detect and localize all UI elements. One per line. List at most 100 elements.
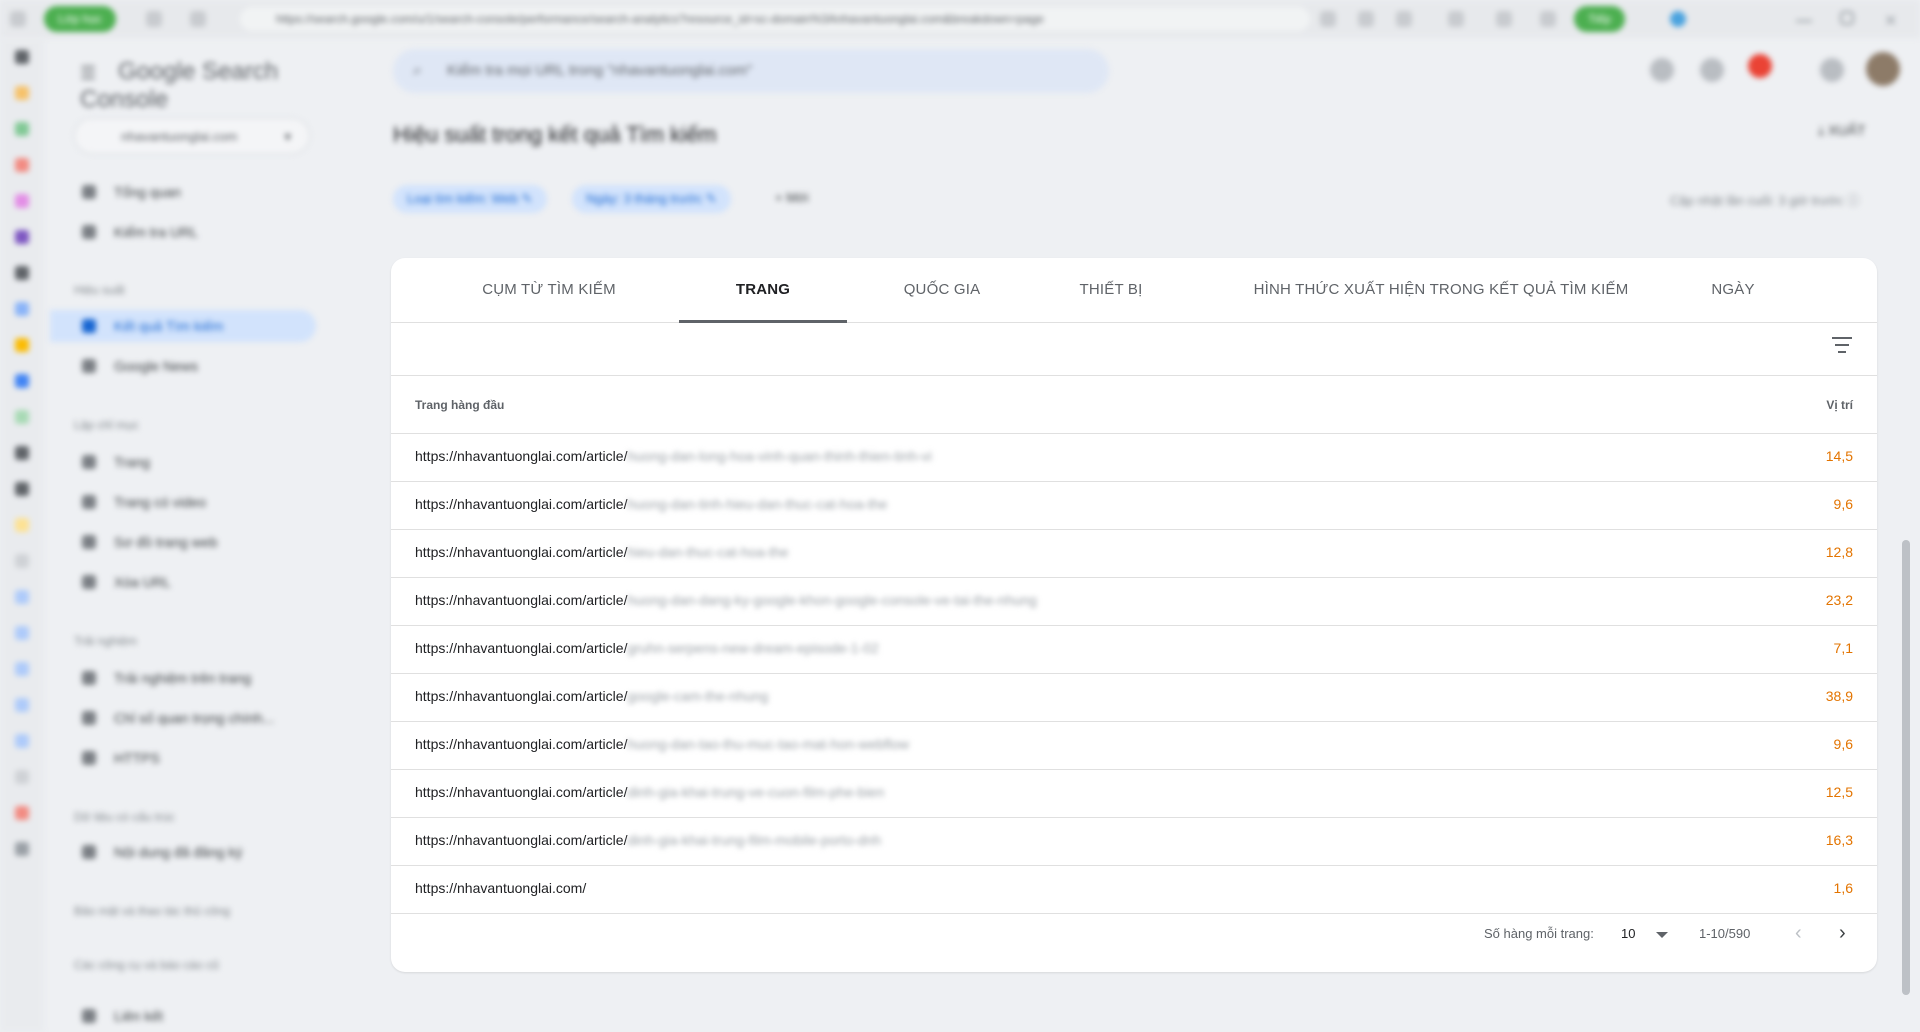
download-icon[interactable]: [1448, 11, 1464, 27]
share-icon[interactable]: [1320, 11, 1336, 27]
panel-icon[interactable]: [15, 50, 29, 64]
sidebar-item-search-results[interactable]: Kết quả Tìm kiếm: [50, 310, 316, 342]
table-row[interactable]: https://nhavantuonglai.com/article/huong…: [391, 722, 1877, 770]
extension-icon[interactable]: [15, 302, 29, 316]
extension-icon[interactable]: [15, 158, 29, 172]
filter-chip-search-type[interactable]: Loại tìm kiếm: Web ✎: [393, 185, 547, 213]
table-row[interactable]: https://nhavantuonglai.com/article/dinh-…: [391, 770, 1877, 818]
filter-chip-date[interactable]: Ngày: 3 tháng trước ✎: [572, 185, 731, 213]
table-row[interactable]: https://nhavantuonglai.com/article/huong…: [391, 482, 1877, 530]
tab-pages[interactable]: TRANG: [679, 258, 847, 323]
account-icon[interactable]: [1670, 11, 1686, 27]
reload-icon[interactable]: [190, 11, 206, 27]
extension-icon[interactable]: [15, 662, 29, 676]
column-header-top-pages[interactable]: Trang hàng đầu: [415, 398, 504, 412]
column-header-position[interactable]: Vị trí: [1826, 398, 1853, 412]
sidebar-section-security[interactable]: Bảo mật và thao tác thủ công: [74, 904, 230, 918]
table-row[interactable]: https://nhavantuonglai.com/article/googl…: [391, 674, 1877, 722]
page-url[interactable]: https://nhavantuonglai.com/article/huong…: [415, 592, 1037, 608]
export-button[interactable]: ⤓ XUẤT: [1818, 122, 1865, 139]
sidebar-item-page-experience[interactable]: Trải nghiệm trên trang: [50, 662, 316, 694]
puzzle-icon[interactable]: [1496, 11, 1512, 27]
minimize-icon[interactable]: [1796, 14, 1812, 22]
tab-devices[interactable]: THIẾT BỊ: [1059, 258, 1163, 322]
profile-button[interactable]: Tiếp: [1574, 6, 1625, 32]
table-row[interactable]: https://nhavantuonglai.com/article/gruhn…: [391, 626, 1877, 674]
rows-per-page-select[interactable]: 10: [1621, 926, 1635, 941]
page-url[interactable]: https://nhavantuonglai.com/article/huong…: [415, 448, 932, 464]
page-url[interactable]: https://nhavantuonglai.com/article/huong…: [415, 496, 887, 512]
extension-icon[interactable]: [15, 554, 29, 568]
filter-icon[interactable]: [1831, 337, 1853, 359]
users-icon[interactable]: [1700, 58, 1724, 82]
tab-queries[interactable]: CỤM TỪ TÌM KIẾM: [459, 258, 639, 322]
browser-tab[interactable]: Lớp học: [44, 6, 116, 32]
sidebar-item-pages[interactable]: Trang: [50, 446, 316, 478]
settings-icon[interactable]: [15, 842, 29, 856]
bookmark-icon[interactable]: [1396, 11, 1412, 27]
page-url[interactable]: https://nhavantuonglai.com/article/gruhn…: [415, 640, 879, 656]
extension-icon[interactable]: [15, 230, 29, 244]
close-icon[interactable]: ✕: [1884, 11, 1900, 30]
address-bar[interactable]: https://search.google.com/u/1/search-con…: [240, 7, 1310, 31]
tab-dates[interactable]: NGÀY: [1693, 258, 1773, 322]
extension-icon[interactable]: [15, 86, 29, 100]
sidebar-item-overview[interactable]: Tổng quan: [50, 176, 316, 208]
sidebar-section-performance[interactable]: Hiệu suất: [74, 283, 125, 297]
notifications-icon[interactable]: [1748, 54, 1772, 78]
help-icon[interactable]: [1650, 58, 1674, 82]
sidebar-section-legacy-tools[interactable]: Các công cụ và báo cáo cũ: [74, 958, 219, 972]
extension-icon[interactable]: [15, 590, 29, 604]
sidebar-item-links[interactable]: Liên kết: [50, 1000, 316, 1032]
wallet-icon[interactable]: [1540, 11, 1556, 27]
extension-icon[interactable]: [15, 734, 29, 748]
extension-icon[interactable]: [15, 374, 29, 388]
page-url[interactable]: https://nhavantuonglai.com/article/dinh-…: [415, 784, 884, 800]
sidebar-item-sitemaps[interactable]: Sơ đồ trang web: [50, 526, 316, 558]
table-row[interactable]: https://nhavantuonglai.com/article/huong…: [391, 434, 1877, 482]
page-url[interactable]: https://nhavantuonglai.com/article/googl…: [415, 688, 768, 704]
property-selector[interactable]: nhavantuonglai.com ▾: [74, 118, 310, 154]
avatar[interactable]: [1866, 52, 1900, 86]
add-filter-button[interactable]: + Mới: [775, 190, 808, 205]
apps-icon[interactable]: [1820, 58, 1844, 82]
table-row[interactable]: https://nhavantuonglai.com/article/hieu-…: [391, 530, 1877, 578]
table-row[interactable]: https://nhavantuonglai.com/article/dinh-…: [391, 818, 1877, 866]
extension-icon[interactable]: [15, 266, 29, 280]
dropdown-caret-icon[interactable]: [1656, 932, 1668, 938]
extension-icon[interactable]: [15, 338, 29, 352]
page-url[interactable]: https://nhavantuonglai.com/: [415, 880, 586, 896]
extension-icon[interactable]: [15, 806, 29, 820]
extension-icon[interactable]: [15, 698, 29, 712]
tab-countries[interactable]: QUỐC GIA: [885, 258, 999, 322]
extension-icon[interactable]: [15, 482, 29, 496]
sidebar-section-structured-data[interactable]: Dữ liệu có cấu trúc: [74, 810, 175, 824]
sidebar-item-google-news[interactable]: Google News: [50, 350, 316, 382]
page-url[interactable]: https://nhavantuonglai.com/article/dinh-…: [415, 832, 881, 848]
sidebar-item-core-web-vitals[interactable]: Chỉ số quan trọng chính...: [50, 702, 316, 734]
sidebar-item-url-inspection[interactable]: Kiểm tra URL: [50, 216, 316, 248]
sidebar-section-indexing[interactable]: Lập chỉ mục: [74, 418, 139, 432]
table-row[interactable]: https://nhavantuonglai.com/article/huong…: [391, 578, 1877, 626]
sidebar-section-experience[interactable]: Trải nghiệm: [74, 634, 137, 648]
next-page-icon[interactable]: ›: [1839, 922, 1846, 945]
sidebar-item-https[interactable]: HTTPS: [50, 742, 316, 774]
hamburger-menu-icon[interactable]: ☰: [80, 63, 100, 84]
back-icon[interactable]: [146, 11, 162, 27]
extension-icon[interactable]: [15, 626, 29, 640]
previous-page-icon[interactable]: ‹: [1795, 922, 1802, 945]
extension-icon[interactable]: [1358, 11, 1374, 27]
page-url[interactable]: https://nhavantuonglai.com/article/huong…: [415, 736, 909, 752]
menu-icon[interactable]: [10, 11, 26, 27]
extension-icon[interactable]: [15, 518, 29, 532]
tab-search-appearance[interactable]: HÌNH THỨC XUẤT HIỆN TRONG KẾT QUẢ TÌM KI…: [1247, 258, 1635, 322]
extension-icon[interactable]: [15, 410, 29, 424]
extension-icon[interactable]: [15, 122, 29, 136]
url-inspection-search-input[interactable]: ⌕ Kiểm tra mọi URL trong "nhavantuonglai…: [393, 49, 1109, 93]
app-logo[interactable]: ☰ Google Search Console: [80, 58, 330, 114]
sidebar-item-removals[interactable]: Xóa URL: [50, 566, 316, 598]
maximize-icon[interactable]: [1840, 11, 1854, 25]
sidebar-item-video-pages[interactable]: Trang có video: [50, 486, 316, 518]
page-url[interactable]: https://nhavantuonglai.com/article/hieu-…: [415, 544, 789, 560]
extension-icon[interactable]: [15, 446, 29, 460]
